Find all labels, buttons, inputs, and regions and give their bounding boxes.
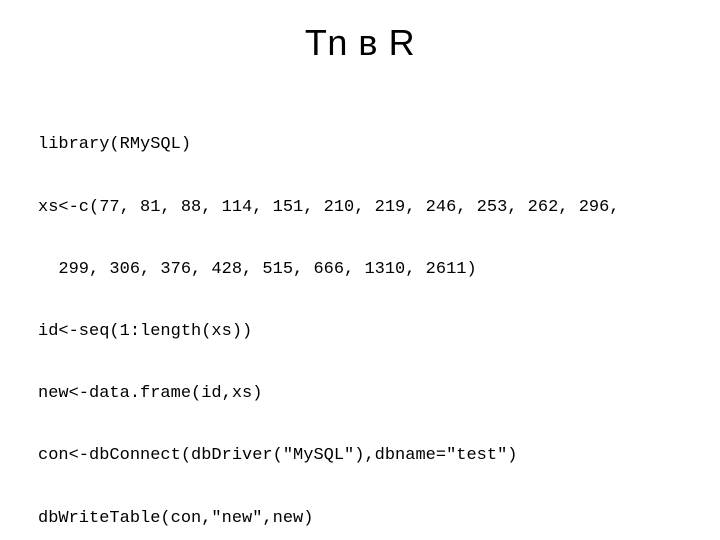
code-line: new<-data.frame(id,xs) — [38, 384, 682, 405]
code-line: 299, 306, 376, 428, 515, 666, 1310, 2611… — [38, 260, 682, 281]
code-line: xs<-c(77, 81, 88, 114, 151, 210, 219, 24… — [38, 198, 682, 219]
code-line: con<-dbConnect(dbDriver("MySQL"),dbname=… — [38, 446, 682, 467]
code-line: id<-seq(1:length(xs)) — [38, 322, 682, 343]
slide-title: Tn в R — [38, 22, 682, 64]
code-line: dbWriteTable(con,"new",new) — [38, 509, 682, 530]
slide: Tn в R library(RMySQL) xs<-c(77, 81, 88,… — [0, 0, 720, 540]
code-block: library(RMySQL) xs<-c(77, 81, 88, 114, 1… — [38, 94, 682, 540]
code-line: library(RMySQL) — [38, 135, 682, 156]
